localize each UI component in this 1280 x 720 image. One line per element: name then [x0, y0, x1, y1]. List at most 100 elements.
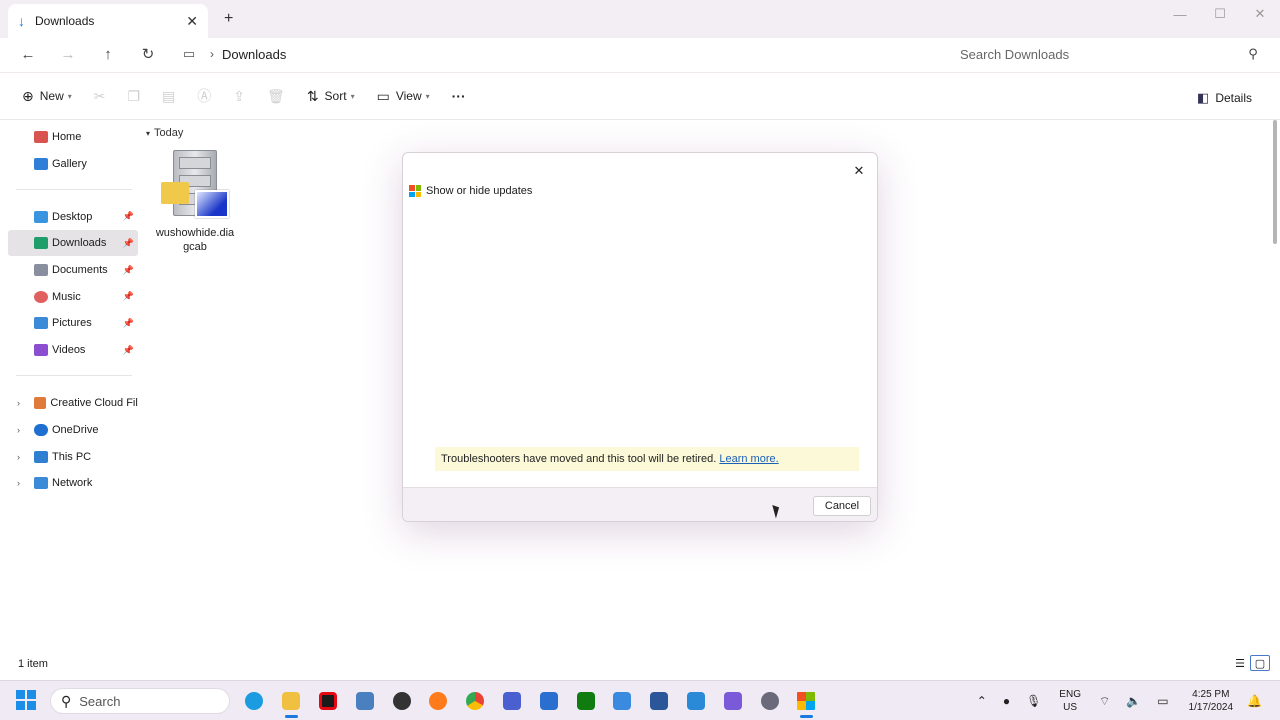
store-icon [539, 692, 558, 710]
wifi-icon[interactable]: ⌔ [1099, 694, 1110, 709]
up-button[interactable]: ↑ [88, 46, 128, 63]
taskbar-apps [236, 687, 825, 718]
breadcrumb-downloads[interactable]: Downloads [222, 47, 286, 62]
folder-icon [355, 692, 374, 710]
more-options-button[interactable]: ··· [452, 88, 466, 104]
taskbar-app-paint[interactable] [678, 687, 715, 715]
view-button[interactable]: ▭ View ▾ [377, 88, 430, 105]
pin-icon[interactable]: 📌 [123, 345, 134, 356]
tab-downloads[interactable]: ↓ Downloads ✕ [8, 4, 208, 38]
taskbar-app-calculator[interactable] [494, 687, 531, 715]
chevron-right-icon[interactable]: › [17, 478, 20, 488]
sidebar-item-downloads[interactable]: Downloads 📌 [8, 230, 138, 257]
sidebar-item-network[interactable]: › Network [8, 470, 138, 496]
taskbar-app-settings[interactable] [751, 687, 788, 715]
sidebar-item-creative-cloud[interactable]: › Creative Cloud Files [8, 390, 138, 416]
taskbar-app-store[interactable] [530, 687, 567, 715]
volume-icon[interactable]: 🔈 [1126, 694, 1141, 708]
more-icon: ··· [451, 88, 466, 104]
close-window-button[interactable]: ✕ [1240, 0, 1280, 28]
start-button[interactable] [16, 690, 36, 710]
language-indicator[interactable]: ENG US [1059, 688, 1081, 714]
maximize-button[interactable]: ☐ [1200, 0, 1240, 28]
breadcrumb[interactable]: ▭ › Downloads [176, 42, 936, 66]
divider [16, 375, 132, 377]
forward-button[interactable]: → [48, 46, 88, 63]
close-icon[interactable]: ✕ [847, 159, 871, 183]
group-header-today[interactable]: ▾ Today [146, 127, 183, 139]
sidebar-item-documents[interactable]: Documents 📌 [8, 257, 138, 283]
taskbar-app-explorer[interactable] [273, 687, 310, 718]
microphone-icon[interactable]: 🎙 [1026, 694, 1041, 708]
taskbar-app-word[interactable] [641, 687, 678, 715]
sidebar-item-label: Documents [52, 264, 108, 277]
taskbar-app-netflix[interactable] [310, 687, 347, 715]
tiles-view-icon[interactable]: ▢ [1250, 655, 1270, 671]
taskbar-app-edge[interactable] [236, 687, 273, 715]
chevron-right-icon[interactable]: › [210, 47, 214, 61]
cut-button[interactable]: ✂ [94, 88, 106, 105]
taskbar-app-notepad[interactable] [604, 687, 641, 715]
item-count: 1 item [18, 658, 48, 670]
sidebar-item-home[interactable]: Home [8, 124, 138, 150]
taskbar-app-folder[interactable] [346, 687, 383, 715]
taskbar-app-snipping[interactable] [714, 687, 751, 715]
pin-icon[interactable]: 📌 [123, 265, 134, 276]
pin-icon[interactable]: 📌 [123, 211, 134, 222]
copy-button[interactable]: ❐ [128, 88, 141, 105]
sort-button[interactable]: ⇅ Sort ▾ [307, 88, 355, 105]
paste-icon: ▤ [162, 87, 176, 104]
sidebar-item-music[interactable]: Music 📌 [8, 284, 138, 310]
taskbar-app-troubleshooter[interactable] [788, 687, 825, 718]
navigation-pane: Home Gallery Desktop 📌 Downloads 📌 Docum… [8, 124, 138, 654]
details-button[interactable]: ◧ Details [1197, 90, 1252, 106]
search-box[interactable]: ⚲ [946, 42, 1266, 66]
taskbar-app-xbox[interactable] [567, 687, 604, 715]
tray-app-icon[interactable]: ● [1003, 694, 1010, 708]
sidebar-item-onedrive[interactable]: › OneDrive [8, 417, 138, 443]
vertical-scrollbar[interactable] [1273, 120, 1277, 244]
learn-more-link[interactable]: Learn more. [719, 453, 778, 465]
taskbar-app-media[interactable] [383, 687, 420, 715]
search-input[interactable] [960, 46, 1240, 62]
battery-icon[interactable]: ▭ [1157, 694, 1168, 708]
screen-shape [195, 190, 229, 218]
sort-icon: ⇅ [306, 87, 319, 104]
pin-icon[interactable]: 📌 [123, 291, 134, 302]
chevron-right-icon[interactable]: › [17, 452, 20, 462]
minimize-button[interactable]: — [1160, 0, 1200, 28]
search-icon[interactable]: ⚲ [1240, 46, 1266, 62]
sidebar-item-gallery[interactable]: Gallery [8, 151, 138, 177]
sidebar-item-desktop[interactable]: Desktop 📌 [8, 204, 138, 230]
close-tab-icon[interactable]: ✕ [186, 13, 198, 30]
title-bar: ↓ Downloads ✕ + — ☐ ✕ [0, 0, 1280, 38]
pin-icon[interactable]: 📌 [123, 318, 134, 329]
cancel-button[interactable]: Cancel [813, 496, 871, 516]
taskbar-app-chrome[interactable] [457, 687, 494, 715]
paste-button[interactable]: ▤ [162, 88, 175, 105]
sidebar-item-videos[interactable]: Videos 📌 [8, 337, 138, 363]
monitor-icon[interactable]: ▭ [176, 46, 202, 62]
sidebar-item-this-pc[interactable]: › This PC [8, 444, 138, 470]
details-view-icon[interactable]: ☰ [1230, 655, 1250, 671]
back-button[interactable]: ← [8, 46, 48, 63]
rename-button[interactable]: Ⓐ [197, 86, 211, 106]
firefox-icon [429, 692, 448, 710]
taskbar-app-firefox[interactable] [420, 687, 457, 715]
share-icon: ⇪ [233, 87, 246, 104]
share-button[interactable]: ⇪ [233, 88, 245, 105]
file-explorer-icon [282, 692, 301, 710]
notification-bell-icon[interactable]: 🔔 [1247, 694, 1262, 708]
chevron-up-icon[interactable]: ⌃ [977, 694, 987, 708]
new-tab-button[interactable]: + [224, 10, 233, 28]
chevron-right-icon[interactable]: › [17, 425, 20, 435]
chevron-right-icon[interactable]: › [17, 398, 20, 408]
refresh-button[interactable]: ↻ [128, 45, 168, 63]
new-button[interactable]: ⊕ New ▾ [22, 88, 72, 105]
pin-icon[interactable]: 📌 [123, 238, 134, 249]
clock[interactable]: 4:25 PM 1/17/2024 [1189, 688, 1234, 714]
file-item[interactable]: wushowhide.diagcab [154, 150, 236, 254]
delete-button[interactable]: 🗑 [267, 88, 285, 105]
taskbar-search[interactable]: ⚲ Search [50, 688, 230, 714]
sidebar-item-pictures[interactable]: Pictures 📌 [8, 310, 138, 336]
